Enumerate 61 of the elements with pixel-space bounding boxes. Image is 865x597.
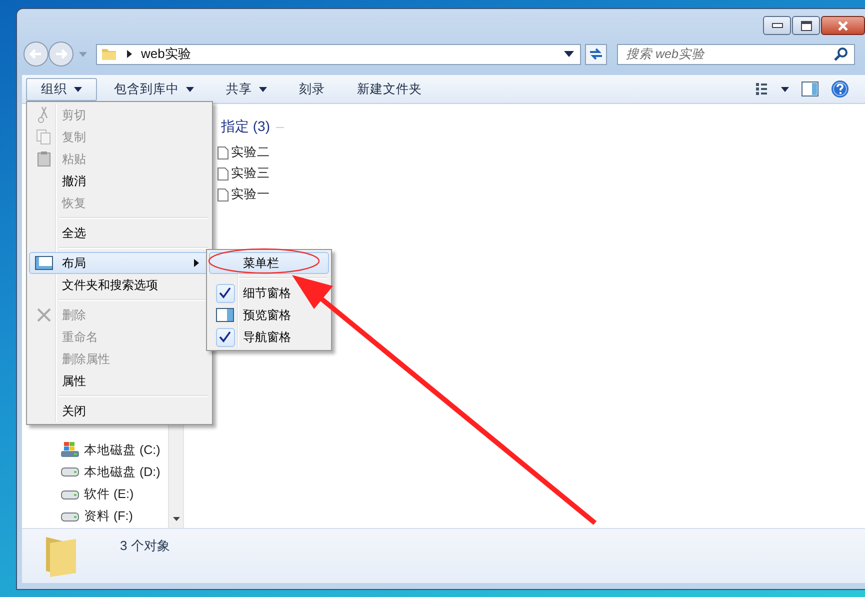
nav-label: 本地磁盘 (C:) <box>84 442 160 459</box>
system-drive-icon <box>61 442 79 458</box>
file-item[interactable]: 实验二 <box>217 142 865 163</box>
toolbar-button[interactable]: 组织 <box>26 78 97 100</box>
address-path: web实验 <box>141 45 192 63</box>
caret-icon[interactable] <box>781 86 789 92</box>
caret-icon[interactable] <box>259 86 267 92</box>
file-icon <box>217 146 229 160</box>
view-options-icon[interactable] <box>755 82 769 96</box>
search-icon <box>834 46 848 60</box>
refresh-button[interactable] <box>585 44 607 64</box>
minimize-button[interactable] <box>763 16 791 35</box>
menu-item[interactable]: 细节窗格 <box>209 282 329 304</box>
caret-icon[interactable] <box>186 86 194 92</box>
refresh-icon[interactable] <box>588 47 604 61</box>
file-item[interactable]: 实验三 <box>217 163 865 184</box>
copy-icon <box>36 129 52 145</box>
maximize-button[interactable] <box>792 16 820 35</box>
submenu-arrow-icon <box>194 259 199 267</box>
menu-item[interactable]: 菜单栏 <box>209 252 329 274</box>
menu-item[interactable]: 全选 <box>29 222 210 244</box>
nav-item[interactable]: 本地磁盘 (D:) <box>61 461 168 484</box>
chevron-icon <box>125 50 133 58</box>
file-icon <box>217 166 229 180</box>
close-icon[interactable] <box>837 20 849 30</box>
file-icon <box>217 188 229 202</box>
preview-pane-icon[interactable] <box>801 81 819 97</box>
nav-item[interactable]: 软件 (E:) <box>61 484 168 506</box>
layout-icon <box>35 256 53 270</box>
scroll-down-icon[interactable] <box>172 517 180 521</box>
toolbar-button[interactable]: 新建文件夹 <box>342 78 437 100</box>
close-button[interactable] <box>821 16 865 35</box>
drive-icon <box>61 512 79 522</box>
dropdown-icon[interactable] <box>564 51 574 57</box>
menu-item[interactable]: 关闭 <box>29 400 210 422</box>
address-bar[interactable]: web实验 <box>96 44 581 64</box>
delete-icon <box>36 307 52 323</box>
menu-item[interactable]: 撤消 <box>29 170 210 192</box>
group-header[interactable]: 指定 (3) <box>221 118 270 136</box>
menu-item[interactable]: 属性 <box>29 370 210 392</box>
clipboard-icon <box>37 151 51 167</box>
drive-icon <box>61 490 79 500</box>
preview-pane-icon <box>216 308 234 322</box>
search-field[interactable]: 搜索 web实验 <box>617 44 855 64</box>
file-item[interactable]: 实验一 <box>217 184 865 205</box>
nav-label: 软件 (E:) <box>84 486 134 504</box>
menu-item[interactable]: 导航窗格 <box>209 326 329 348</box>
toolbar-button[interactable]: 刻录 <box>284 78 340 100</box>
nav-label: 本地磁盘 (D:) <box>84 464 160 481</box>
drive-icon <box>61 467 79 478</box>
menu-item[interactable]: 文件夹和搜索选项 <box>29 274 210 296</box>
toolbar-button[interactable]: 包含到库中 <box>99 78 209 100</box>
help-icon[interactable] <box>831 80 849 98</box>
caret-icon[interactable] <box>74 86 82 92</box>
nav-item[interactable]: 资料 (F:) <box>61 506 168 528</box>
toolbar-button[interactable]: 共享 <box>211 78 282 100</box>
folder-icon <box>101 46 117 62</box>
menu-item[interactable]: 预览窗格 <box>209 304 329 326</box>
nav-label: 资料 (F:) <box>84 508 133 526</box>
nav-item[interactable]: 本地磁盘 (C:) <box>61 439 168 462</box>
status-text: 3 个对象 <box>120 537 170 555</box>
